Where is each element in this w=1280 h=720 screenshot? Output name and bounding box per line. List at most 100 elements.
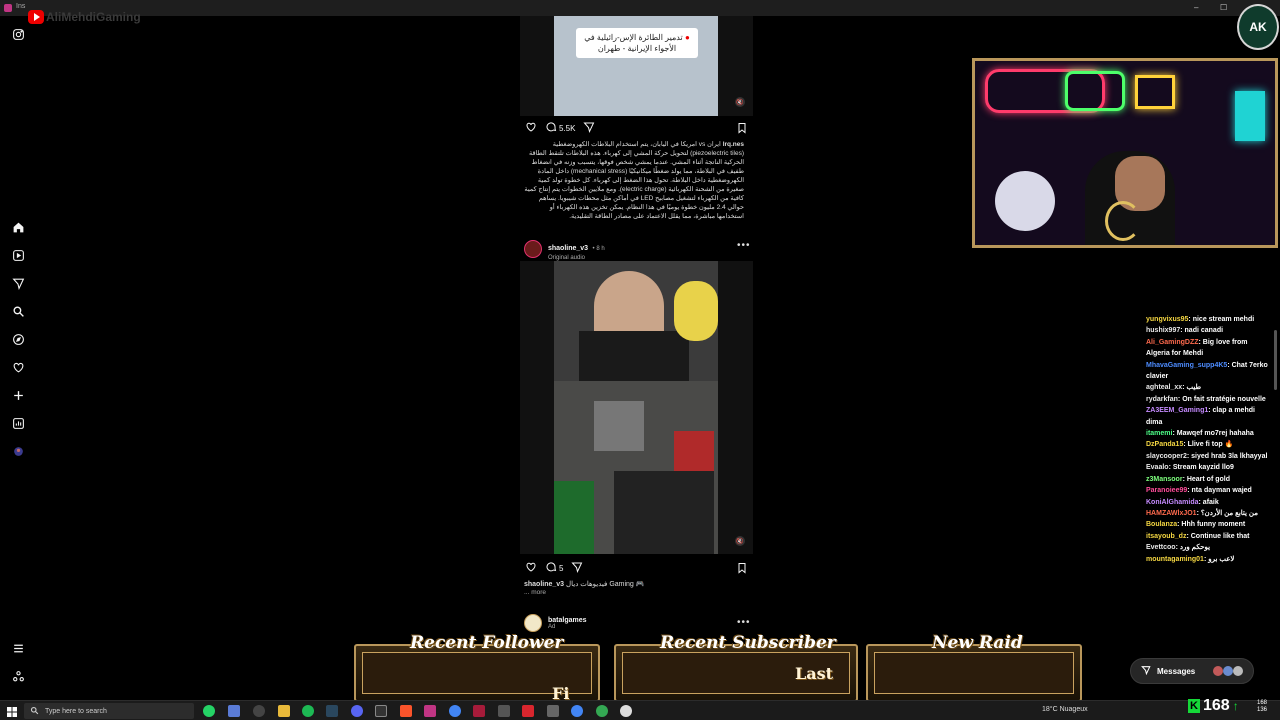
notifications-heart-icon[interactable] [10,359,26,375]
more-options-icon[interactable]: ••• [737,240,751,251]
chat-username[interactable]: itamemi [1146,430,1172,437]
chat-text: nice stream mehdi [1192,316,1255,323]
post2-video[interactable] [520,261,753,554]
chat-username[interactable]: mountagaming01 [1146,556,1204,563]
share-icon[interactable] [583,121,595,135]
youtube-channel-name: AliMehdiGaming [46,10,141,24]
app-icon[interactable] [228,705,240,717]
avatar[interactable] [524,240,542,258]
chat-username[interactable]: Evaalo [1146,464,1169,471]
reels-icon[interactable] [10,247,26,263]
home-icon[interactable] [10,219,26,235]
app-icon[interactable] [522,705,534,717]
chrome-icon[interactable] [571,705,583,717]
post1-caption-text: ايران vs امريكا في اليابان، يتم استخدام … [524,141,744,220]
chat-username[interactable]: z3Mansoor [1146,476,1183,483]
more-options-icon[interactable]: ••• [737,617,751,628]
create-plus-icon[interactable] [10,387,26,403]
chat-message: Evettcoo: يوحكم ورد [1146,544,1211,552]
post2-caption-user[interactable]: shaoline_v3 [524,581,564,588]
chat-text: يوحكم ورد [1179,544,1211,552]
mute-icon[interactable]: 🔇 [735,97,745,107]
chat-username[interactable]: HAMZAWlxJO1 [1146,510,1197,517]
discord-icon[interactable] [351,705,363,717]
settings-icon[interactable] [547,705,559,717]
menu-hamburger-icon[interactable] [10,640,26,656]
chat-username[interactable]: aghteal_xx [1146,384,1182,391]
file-explorer-icon[interactable] [278,705,290,717]
spotify-icon[interactable] [302,705,314,717]
chat-username[interactable]: hushix997 [1146,327,1180,334]
direct-messages-icon[interactable] [10,275,26,291]
chat-username[interactable]: rydarkfan [1146,396,1178,403]
chat-text: nta dayman wajed [1191,487,1252,495]
post1-caption-user[interactable]: lrq.nes [723,141,744,148]
chat-text: nadi canadi [1184,327,1224,335]
also-from-meta-icon[interactable] [10,668,26,684]
chat-message: ZA3EEM_Gaming1: clap a mehdi dima [1146,407,1255,426]
taskbar-search[interactable]: Type here to search [24,703,194,719]
channel-logo: AK [1237,4,1279,50]
minimize-icon[interactable]: – [1194,3,1198,12]
chrome-icon[interactable] [596,705,608,717]
chat-username[interactable]: Ali_GamingDZZ [1146,339,1199,346]
brave-icon[interactable] [400,705,412,717]
whatsapp-icon[interactable] [203,705,215,717]
like-icon[interactable] [525,561,537,575]
taskbar-weather[interactable]: 18°C Nuageux [1042,706,1088,713]
avatar[interactable] [524,614,542,632]
messages-icon [1141,665,1151,677]
obs-icon[interactable] [375,705,387,717]
chat-username[interactable]: Paranoiee99 [1146,487,1187,494]
chat-message: KoniAlGhamida: afaik [1146,498,1219,506]
chat-scrollbar[interactable] [1274,330,1277,390]
chat-message: Evaalo: Stream kayzid llo9 [1146,464,1234,472]
chat-text: siyed hrab 3la lkhayyal [1191,452,1268,460]
chat-username[interactable]: Evettcoo [1146,544,1176,551]
post2-username[interactable]: shaoline_v3 [548,245,588,252]
chat-username[interactable]: KoniAlGhamida [1146,499,1199,506]
windows-start-icon[interactable] [6,705,18,717]
steam-icon[interactable] [326,705,338,717]
save-bookmark-icon[interactable] [736,561,748,579]
instagram-favicon [4,4,12,12]
comment-icon[interactable] [545,561,557,575]
post1-overlay-text: تدمير الطائرة الإس-رائيلية في الأجواء ال… [584,33,683,53]
tab-title[interactable]: Ins [16,3,25,10]
mini-stats: 168 136 [1257,700,1267,714]
instagram-app-icon[interactable] [424,705,436,717]
explore-icon[interactable] [10,331,26,347]
post1-actions: 5.5K [525,121,595,135]
dashboard-icon[interactable] [10,415,26,431]
instagram-logo-icon[interactable] [10,26,26,42]
app-icon[interactable] [620,705,632,717]
chat-username[interactable]: DzPanda15 [1146,441,1183,448]
chrome-icon[interactable] [449,705,461,717]
post2-more-link[interactable]: ... more [524,589,546,596]
chat-message: yungvixus95: nice stream mehdi [1146,316,1255,323]
chat-username[interactable]: slaycooper2 [1146,453,1187,460]
post2-comment-count: 5 [559,563,564,573]
save-bookmark-icon[interactable] [736,121,748,139]
chat-username[interactable]: Boulanza [1146,521,1177,528]
chat-message: mountagaming01: لاعب برو [1146,555,1235,563]
messages-button[interactable]: Messages [1130,658,1254,684]
like-icon[interactable] [525,121,537,135]
chat-username[interactable]: yungvixus95 [1146,316,1188,323]
webcam-overlay [972,58,1278,248]
share-icon[interactable] [571,561,583,575]
maximize-icon[interactable]: ☐ [1220,3,1227,12]
post3-username[interactable]: batalgames [548,617,587,624]
mute-icon[interactable]: 🔇 [735,536,745,546]
profile-avatar-icon[interactable] [10,443,26,459]
chat-text: afaik [1202,498,1219,506]
app-icon[interactable] [253,705,265,717]
app-icon[interactable] [473,705,485,717]
chat-username[interactable]: MhavaGaming_supp4K5 [1146,362,1227,369]
comment-icon[interactable] [545,121,557,135]
search-icon[interactable] [10,303,26,319]
app-icon[interactable] [498,705,510,717]
chat-username[interactable]: ZA3EEM_Gaming1 [1146,407,1208,414]
chat-username[interactable]: itsayoub_dz [1146,533,1186,540]
chat-message: aghteal_xx: طيب [1146,384,1202,392]
